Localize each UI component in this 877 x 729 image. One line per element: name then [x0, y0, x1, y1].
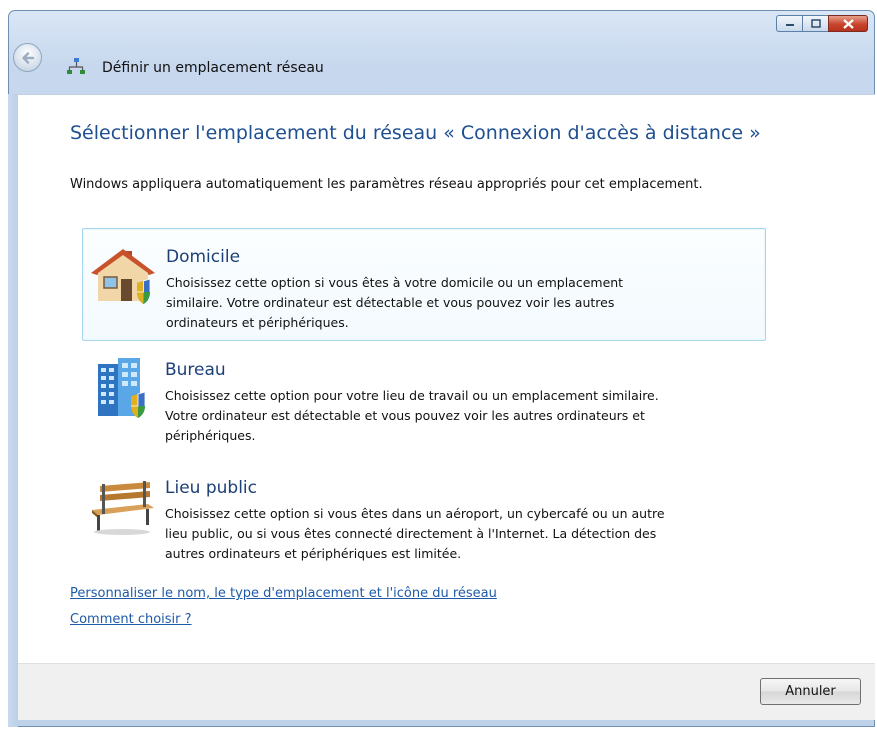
titlebar-buttons: [776, 15, 868, 32]
option-public-title: Lieu public: [165, 478, 257, 498]
option-work-desc-line: périphériques.: [165, 428, 256, 443]
option-public-desc-line: Choisissez cette option si vous êtes dan…: [165, 506, 665, 521]
how-to-choose-link[interactable]: Comment choisir ?: [70, 612, 192, 627]
option-home-desc-line: Choisissez cette option si vous êtes à v…: [166, 275, 624, 290]
dialog-footer: [18, 663, 875, 720]
option-public-desc-line: autres ordinateurs et périphériques est …: [165, 546, 462, 561]
option-work[interactable]: Bureau Choisissez cette option pour votr…: [82, 348, 766, 458]
option-work-title: Bureau: [165, 360, 226, 380]
option-work-desc-line: Votre ordinateur est détectable et vous …: [165, 408, 645, 423]
maximize-button[interactable]: [802, 15, 828, 32]
option-home[interactable]: Domicile Choisissez cette option si vous…: [82, 228, 766, 341]
back-arrow-icon: [22, 52, 35, 64]
option-public-desc-line: lieu public, ou si vous êtes connecté di…: [165, 526, 657, 541]
option-public[interactable]: Lieu public Choisissez cette option si v…: [82, 468, 766, 578]
office-building-icon: [98, 358, 146, 418]
close-button[interactable]: [828, 15, 868, 32]
option-public-description: Choisissez cette option si vous êtes dan…: [165, 504, 760, 564]
option-home-title: Domicile: [166, 247, 241, 267]
option-home-description: Choisissez cette option si vous êtes à v…: [166, 273, 761, 333]
page-heading: Sélectionner l'emplacement du réseau « C…: [70, 122, 761, 144]
window-frame-left: [8, 94, 18, 727]
close-icon: [842, 18, 854, 29]
minimize-icon: [785, 23, 794, 26]
option-work-description: Choisissez cette option pour votre lieu …: [165, 386, 760, 446]
park-bench-icon: [92, 481, 154, 535]
network-icon: [67, 58, 85, 74]
maximize-icon: [810, 19, 821, 28]
back-button[interactable]: [13, 43, 42, 72]
house-icon: [91, 249, 155, 304]
option-home-desc-line: ordinateurs et périphériques.: [166, 315, 349, 330]
customize-network-link[interactable]: Personnaliser le nom, le type d'emplacem…: [70, 586, 497, 601]
option-work-desc-line: Choisissez cette option pour votre lieu …: [165, 388, 659, 403]
option-home-desc-line: similaire. Votre ordinateur est détectab…: [166, 295, 615, 310]
window-title: Définir un emplacement réseau: [102, 60, 324, 76]
minimize-button[interactable]: [776, 15, 802, 32]
intro-text: Windows appliquera automatiquement les p…: [70, 177, 703, 192]
cancel-button[interactable]: Annuler: [760, 678, 861, 705]
